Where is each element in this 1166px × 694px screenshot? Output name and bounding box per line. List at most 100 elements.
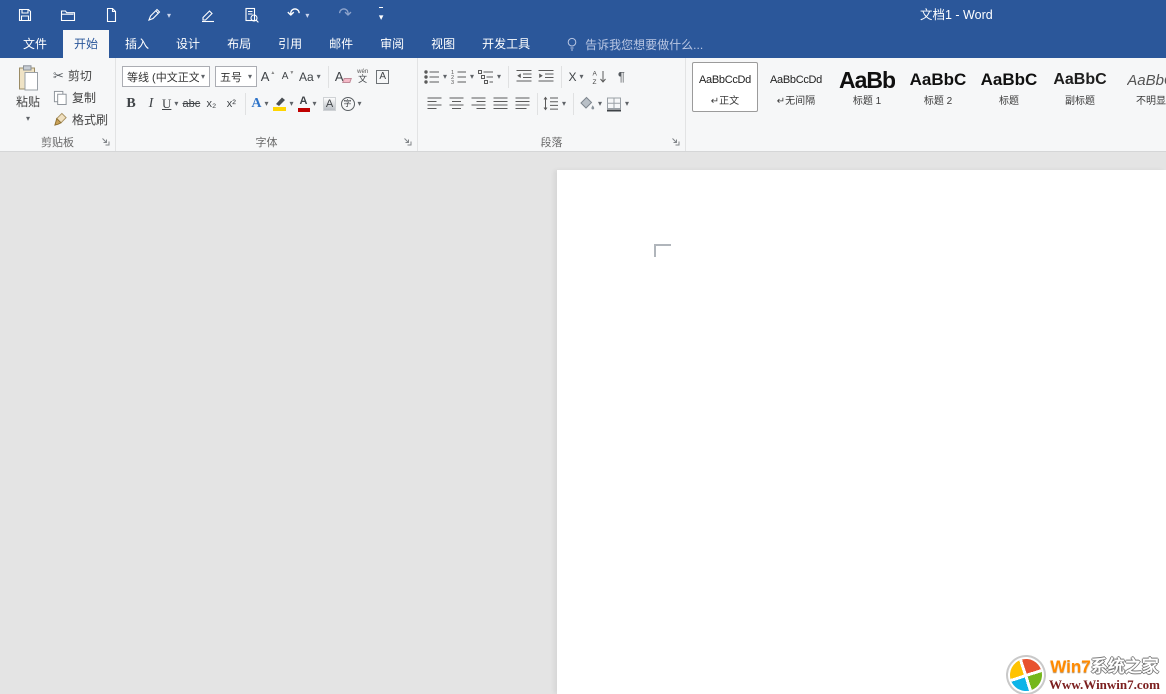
superscript-button[interactable]: x² <box>222 93 240 114</box>
text-effects-glyph: A <box>251 96 261 112</box>
tab-home[interactable]: 开始 <box>63 30 109 58</box>
tab-review[interactable]: 审阅 <box>369 30 415 58</box>
customize-qat-button[interactable] <box>379 7 384 23</box>
justify-button[interactable] <box>490 93 510 114</box>
undo-button[interactable] <box>287 7 311 23</box>
save-icon <box>17 7 33 23</box>
paragraph-dialog-launcher[interactable] <box>670 135 682 147</box>
svg-text:3: 3 <box>451 80 454 85</box>
line-spacing-button[interactable] <box>543 93 568 114</box>
increase-indent-icon <box>538 69 554 84</box>
separator <box>537 93 538 115</box>
pen-tool-button[interactable] <box>146 7 173 23</box>
distribute-button[interactable] <box>512 93 532 114</box>
separator <box>573 93 574 115</box>
increase-indent-button[interactable] <box>536 66 556 87</box>
ink-marker-button[interactable] <box>200 7 216 23</box>
grow-font-glyph: A <box>261 70 270 83</box>
customize-toolbar-icon <box>379 7 384 23</box>
align-left-button[interactable] <box>424 93 444 114</box>
show-hide-marks-button[interactable] <box>611 66 631 87</box>
style-name: 标题 1 <box>853 95 881 108</box>
multilevel-list-button[interactable] <box>478 66 503 87</box>
tab-view[interactable]: 视图 <box>420 30 466 58</box>
style-card-heading1[interactable]: AaBb 标题 1 <box>834 62 900 112</box>
character-shading-button[interactable]: A <box>321 93 339 114</box>
ribbon: 粘贴 剪切 复制 格式刷 <box>0 58 1166 152</box>
phonetic-guide-button[interactable]: wén 文 <box>354 66 372 87</box>
marker-icon <box>200 7 216 23</box>
align-center-button[interactable] <box>446 93 466 114</box>
svg-text:Z: Z <box>592 79 596 85</box>
titlebar: 文档1 - Word <box>0 0 1166 30</box>
tab-file[interactable]: 文件 <box>12 30 58 58</box>
tab-design[interactable]: 设计 <box>165 30 211 58</box>
text-effects-button[interactable]: A <box>251 93 270 114</box>
numbering-button[interactable]: 123 <box>451 66 476 87</box>
open-button[interactable] <box>60 7 76 23</box>
clipboard-dialog-launcher[interactable] <box>100 135 112 147</box>
font-name-select[interactable]: 等线 (中文正文) <box>122 66 210 87</box>
window-title: 文档1 - Word <box>920 0 993 30</box>
print-preview-button[interactable] <box>243 7 260 24</box>
style-card-subtle-emphasis[interactable]: AaBbC 不明显 <box>1118 62 1166 112</box>
styles-group: AaBbCcDd ↵正文 AaBbCcDd ↵无间隔 AaBb 标题 1 AaB… <box>686 58 1166 151</box>
grow-font-button[interactable]: A <box>259 66 277 87</box>
bullets-button[interactable] <box>424 66 449 87</box>
shrink-font-button[interactable]: A <box>279 66 297 87</box>
preview-icon <box>243 7 260 24</box>
underline-button[interactable]: U <box>162 93 180 114</box>
subscript-button[interactable]: x₂ <box>202 93 220 114</box>
redo-button[interactable] <box>338 7 351 23</box>
tab-insert[interactable]: 插入 <box>114 30 160 58</box>
eraser-icon <box>342 78 352 83</box>
align-right-button[interactable] <box>468 93 488 114</box>
numbered-list-icon: 123 <box>451 69 467 85</box>
tab-developer[interactable]: 开发工具 <box>471 30 541 58</box>
underline-glyph: U <box>162 96 171 112</box>
enclose-characters-button[interactable]: 字 <box>341 93 364 114</box>
cut-button[interactable]: 剪切 <box>53 67 108 84</box>
copy-button[interactable]: 复制 <box>53 89 108 106</box>
copy-icon <box>53 90 68 105</box>
tab-layout[interactable]: 布局 <box>216 30 262 58</box>
chevron-down-icon <box>303 8 311 22</box>
highlighter-icon <box>273 96 287 111</box>
change-case-button[interactable]: Aa <box>299 66 323 87</box>
decrease-indent-button[interactable] <box>514 66 534 87</box>
tell-me-box[interactable]: 告诉我您想要做什么... <box>566 30 703 58</box>
style-card-subtitle[interactable]: AaBbC 副标题 <box>1047 62 1113 112</box>
format-painter-button[interactable]: 格式刷 <box>53 111 108 128</box>
clipboard-group-label: 剪贴板 <box>0 134 115 150</box>
sort-icon: AZ <box>592 69 607 85</box>
sort-button[interactable]: AZ <box>589 66 609 87</box>
folder-icon <box>60 7 76 23</box>
borders-button[interactable] <box>606 93 631 114</box>
paste-button[interactable]: 粘贴 <box>6 63 50 133</box>
tab-references[interactable]: 引用 <box>267 30 313 58</box>
save-button[interactable] <box>17 7 33 23</box>
style-card-heading2[interactable]: AaBbC 标题 2 <box>905 62 971 112</box>
chevron-down-icon <box>172 97 180 111</box>
chevron-down-icon <box>356 97 364 111</box>
shading-button[interactable] <box>579 93 604 114</box>
font-dialog-launcher[interactable] <box>402 135 414 147</box>
font-color-button[interactable]: A <box>298 93 319 114</box>
font-group: 等线 (中文正文) 五号 A A <box>116 58 418 151</box>
asian-layout-button[interactable]: X <box>567 66 587 87</box>
separator <box>561 66 562 88</box>
style-card-title[interactable]: AaBbC 标题 <box>976 62 1042 112</box>
bold-button[interactable]: B <box>122 93 140 114</box>
new-document-button[interactable] <box>103 7 119 23</box>
tab-mailings[interactable]: 邮件 <box>318 30 364 58</box>
document-page[interactable] <box>557 170 1166 694</box>
watermark-brand: Win7系统之家 <box>1050 657 1158 677</box>
text-highlight-button[interactable] <box>273 93 296 114</box>
strikethrough-button[interactable]: abc <box>182 93 200 114</box>
character-border-button[interactable]: A <box>374 66 392 87</box>
clear-formatting-button[interactable]: A <box>334 66 352 87</box>
style-card-normal[interactable]: AaBbCcDd ↵正文 <box>692 62 758 112</box>
italic-button[interactable]: I <box>142 93 160 114</box>
style-card-no-spacing[interactable]: AaBbCcDd ↵无间隔 <box>763 62 829 112</box>
font-size-select[interactable]: 五号 <box>215 66 257 87</box>
